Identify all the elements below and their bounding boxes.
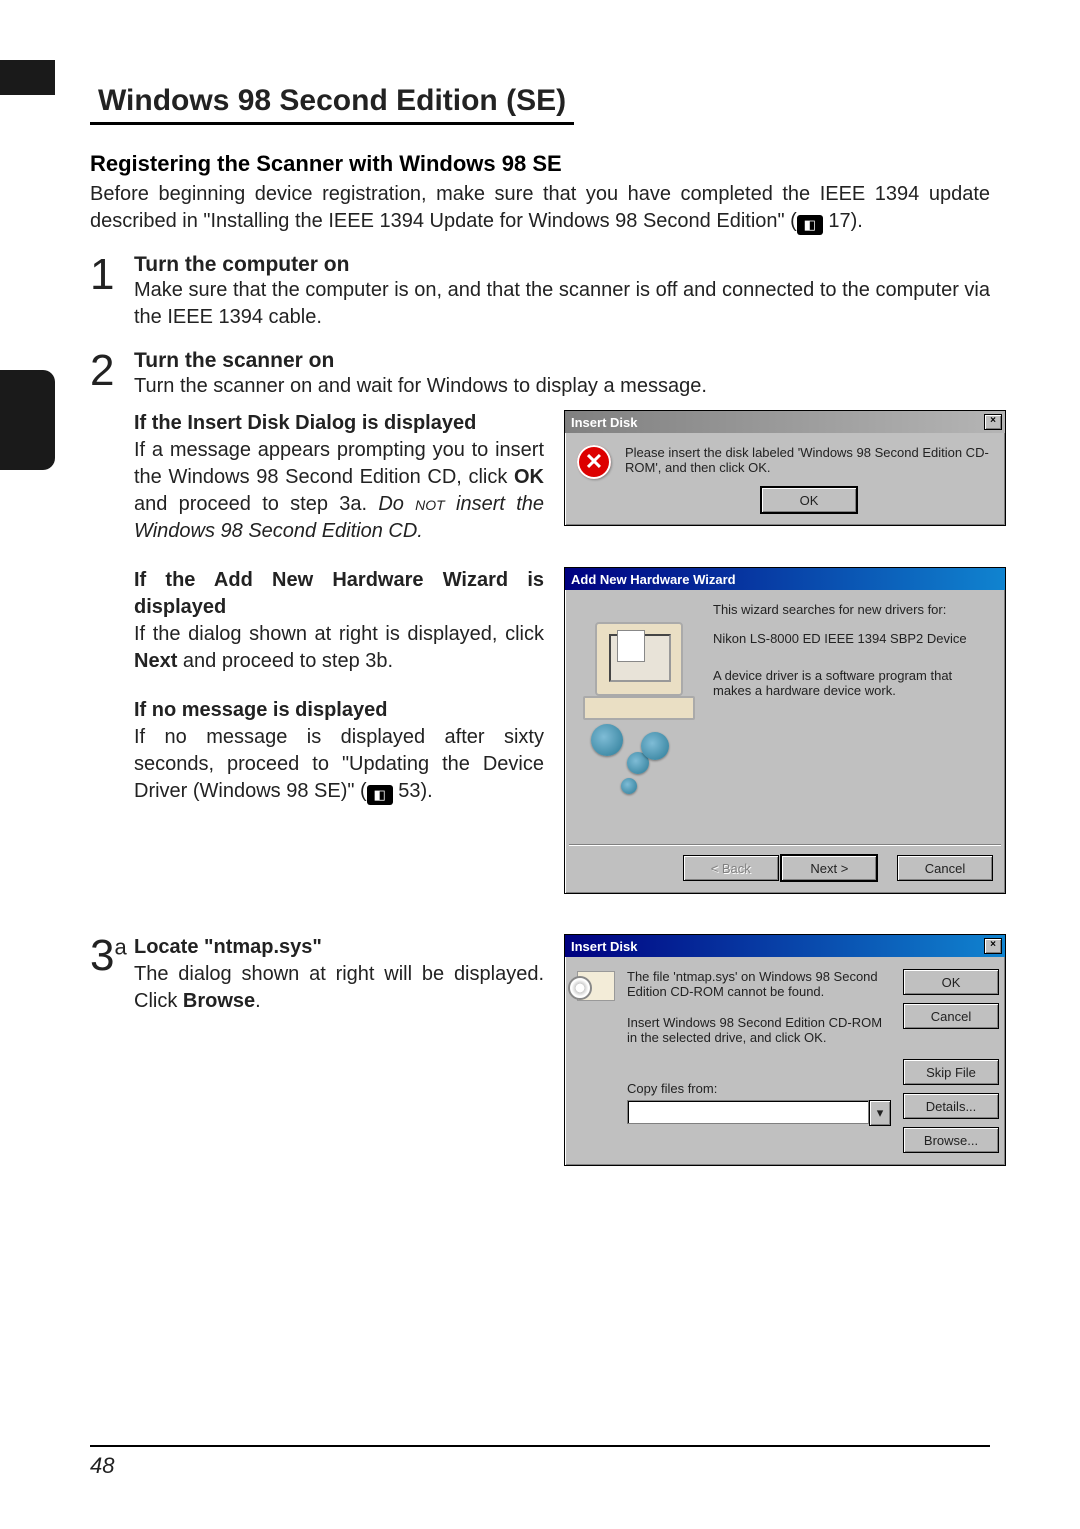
- sub-title: If the Add New Hardware Wizard is displa…: [134, 567, 544, 621]
- dialog-insert-disk-1: Insert Disk × ✕ Please insert the disk l…: [564, 410, 1006, 526]
- step-number: 1: [90, 253, 134, 331]
- step-2a-row: If the Insert Disk Dialog is displayed I…: [134, 410, 1006, 545]
- wizard-device: Nikon LS-8000 ED IEEE 1394 SBP2 Device: [713, 631, 993, 646]
- step-3a-text: Locate "ntmap.sys" The dialog shown at r…: [134, 934, 544, 1166]
- sub-title: If the Insert Disk Dialog is displayed: [134, 410, 544, 437]
- step-body: Make sure that the computer is on, and t…: [134, 277, 990, 331]
- wizard-line1: This wizard searches for new drivers for…: [713, 602, 993, 617]
- bold: Browse: [183, 990, 255, 1012]
- browse-button[interactable]: Browse...: [903, 1127, 999, 1153]
- page-number: 48: [90, 1453, 114, 1478]
- copy-files-input[interactable]: [627, 1100, 869, 1124]
- wizard-computer-illustration: [577, 602, 697, 802]
- step-number: 3a: [90, 934, 134, 1166]
- dialog-title: Insert Disk: [571, 939, 637, 954]
- ok-button[interactable]: OK: [903, 969, 999, 995]
- step-2b-row: If the Add New Hardware Wizard is displa…: [134, 567, 1006, 894]
- section-title-bar: Windows 98 Second Edition (SE): [90, 80, 574, 125]
- manual-page: Windows 98 Second Edition (SE) Registeri…: [0, 0, 1080, 1529]
- copy-files-label: Copy files from:: [627, 1081, 717, 1096]
- t: and proceed to step 3b.: [177, 650, 393, 672]
- dialog-message-1: The file 'ntmap.sys' on Windows 98 Secon…: [627, 969, 891, 999]
- step-2a-text: If the Insert Disk Dialog is displayed I…: [134, 410, 544, 545]
- error-icon: ✕: [577, 445, 611, 479]
- dialog-insert-disk-2: Insert Disk × The file 'ntmap.sys' on Wi…: [564, 934, 1006, 1166]
- intro-ref: 17).: [823, 210, 863, 232]
- sup: a: [114, 934, 126, 959]
- thumb-tab-side: [0, 370, 55, 470]
- skip-file-button[interactable]: Skip File: [903, 1059, 999, 1085]
- ok-button[interactable]: OK: [761, 487, 857, 513]
- t: Do: [378, 493, 415, 515]
- intro-paragraph: Before beginning device registration, ma…: [90, 181, 990, 235]
- dropdown-button[interactable]: ▾: [869, 1100, 891, 1126]
- dialog-message-2: Insert Windows 98 Second Edition CD-ROM …: [627, 1015, 891, 1045]
- dialog-titlebar[interactable]: Add New Hardware Wizard: [565, 568, 1005, 590]
- dialog-message: Please insert the disk labeled 'Windows …: [625, 445, 993, 475]
- subsection-heading: Registering the Scanner with Windows 98 …: [90, 151, 990, 177]
- dialog-titlebar[interactable]: Insert Disk ×: [565, 935, 1005, 957]
- step-number: 2: [90, 349, 134, 894]
- t: and proceed to step 3a.: [134, 493, 378, 515]
- thumb-tab-top: [0, 60, 55, 95]
- close-icon[interactable]: ×: [984, 414, 1002, 430]
- dialog-titlebar[interactable]: Insert Disk ×: [565, 411, 1005, 433]
- dialog-add-new-hardware: Add New Hardware Wizard: [564, 567, 1006, 894]
- step-2: 2 Turn the scanner on Turn the scanner o…: [90, 349, 990, 894]
- n: 3: [90, 931, 114, 980]
- t: If the dialog shown at right is displaye…: [134, 623, 544, 645]
- page-ref-icon: ◧: [797, 215, 823, 235]
- back-button: < Back: [683, 855, 779, 881]
- t: not: [415, 493, 445, 515]
- wizard-line2: A device driver is a software program th…: [713, 668, 993, 698]
- close-icon[interactable]: ×: [984, 938, 1002, 954]
- sub-title: If no message is displayed: [134, 697, 544, 724]
- details-button[interactable]: Details...: [903, 1093, 999, 1119]
- step-body: Turn the scanner on and wait for Windows…: [134, 373, 1006, 400]
- page-footer: 48: [90, 1445, 990, 1479]
- next-button[interactable]: Next >: [781, 855, 877, 881]
- step-2b-text: If the Add New Hardware Wizard is displa…: [134, 567, 544, 894]
- section-title: Windows 98 Second Edition (SE): [98, 84, 566, 118]
- cancel-button[interactable]: Cancel: [903, 1003, 999, 1029]
- bold: Next: [134, 650, 177, 672]
- disk-icon: [577, 971, 615, 1001]
- step-3a: 3a Locate "ntmap.sys" The dialog shown a…: [90, 934, 990, 1166]
- step-title: Turn the scanner on: [134, 349, 1006, 373]
- dialog-title: Insert Disk: [571, 415, 637, 430]
- t: If a message appears prompting you to in…: [134, 439, 544, 488]
- page-ref-icon: ◧: [367, 785, 393, 805]
- step-title: Turn the computer on: [134, 253, 990, 277]
- t: .: [255, 990, 261, 1012]
- sub-title: Locate "ntmap.sys": [134, 934, 544, 961]
- t: If no message is displayed after sixty s…: [134, 726, 544, 802]
- t: 53).: [393, 780, 433, 802]
- step-1: 1 Turn the computer on Make sure that th…: [90, 253, 990, 331]
- dialog-title: Add New Hardware Wizard: [571, 572, 736, 587]
- cancel-button[interactable]: Cancel: [897, 855, 993, 881]
- bold: OK: [514, 466, 544, 488]
